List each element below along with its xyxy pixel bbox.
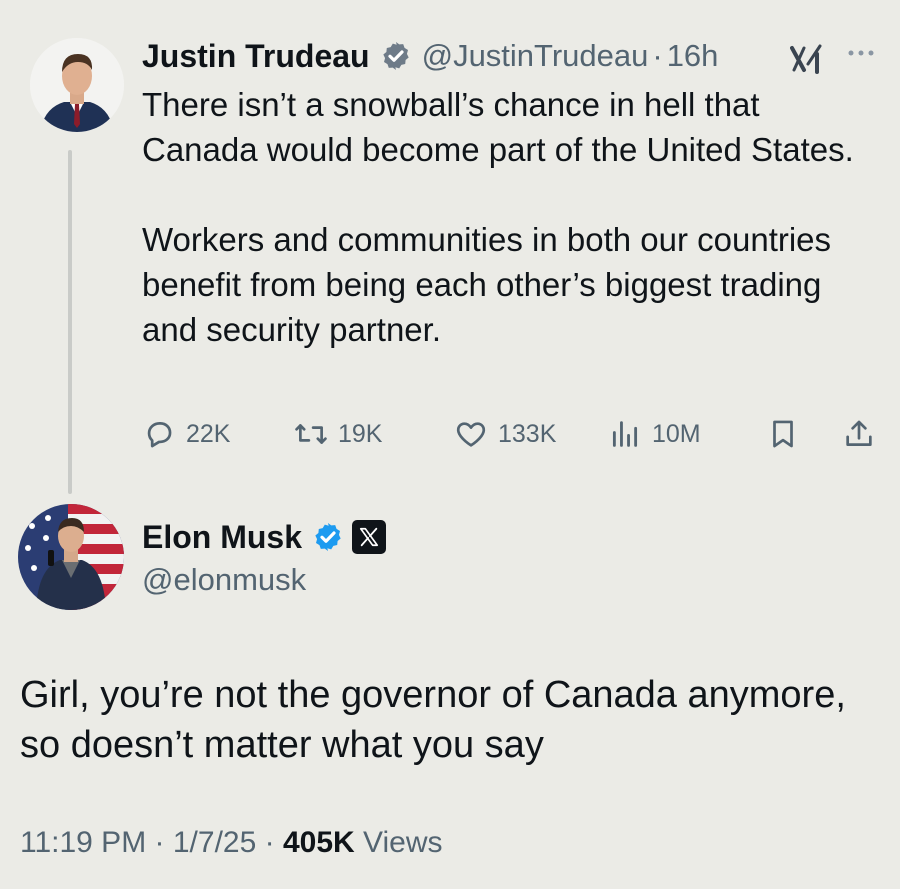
- parent-author-name[interactable]: Justin Trudeau: [142, 38, 370, 75]
- trudeau-avatar-image: [30, 38, 124, 132]
- x-logo-icon: [359, 527, 379, 547]
- trudeau-avatar[interactable]: [30, 38, 124, 132]
- meta-separator: ·: [264, 826, 275, 859]
- views-button[interactable]: 10M: [608, 412, 701, 456]
- retweet-icon: [295, 424, 327, 444]
- grok-icon[interactable]: [790, 44, 824, 74]
- main-tweet-header: Elon Musk: [142, 514, 387, 560]
- parent-tweet-paragraph-2: Workers and communities in both our coun…: [142, 221, 832, 348]
- bookmark-icon: [773, 420, 793, 448]
- parent-tweet-paragraph-1: There isn’t a snowball’s chance in hell …: [142, 86, 854, 168]
- parent-tweet-text: There isn’t a snowball’s chance in hell …: [142, 82, 862, 352]
- x-affiliation-icon[interactable]: [352, 520, 387, 554]
- views-count: 10M: [652, 419, 701, 448]
- retweet-count: 19K: [338, 419, 383, 448]
- share-icon: [846, 420, 872, 446]
- meta-separator: ·: [154, 826, 165, 859]
- reply-count: 22K: [186, 419, 231, 448]
- thread-connector-line: [68, 150, 72, 494]
- musk-avatar[interactable]: [18, 504, 124, 610]
- main-tweet-views-count[interactable]: 405K: [283, 826, 355, 859]
- main-author-name[interactable]: Elon Musk: [142, 519, 302, 556]
- heart-icon: [456, 422, 486, 447]
- parent-tweet-time[interactable]: 16h: [667, 38, 719, 74]
- parent-author-handle[interactable]: @JustinTrudeau: [422, 38, 649, 74]
- verified-badge-icon: [315, 523, 341, 551]
- reply-button[interactable]: 22K: [142, 412, 230, 456]
- header-separator: ·: [652, 38, 663, 73]
- like-button[interactable]: 133K: [454, 412, 556, 456]
- like-count: 133K: [498, 419, 557, 448]
- analytics-icon: [612, 421, 638, 447]
- more-icon[interactable]: [846, 48, 876, 58]
- parent-tweet-header: Justin Trudeau @JustinTrudeau · 16h: [142, 34, 718, 78]
- reply-icon: [147, 422, 172, 448]
- parent-tweet-actions: 22K 19K 133K 10M: [142, 412, 882, 456]
- musk-avatar-image: [18, 504, 124, 610]
- retweet-button[interactable]: 19K: [294, 412, 382, 456]
- main-tweet-meta: 11:19 PM · 1/7/25 · 405K Views: [20, 826, 443, 860]
- share-button[interactable]: [842, 412, 886, 456]
- main-author-handle[interactable]: @elonmusk: [142, 562, 306, 598]
- verified-badge-icon: [382, 42, 409, 70]
- main-tweet-text: Girl, you’re not the governor of Canada …: [20, 674, 846, 766]
- main-tweet-time[interactable]: 11:19 PM: [20, 826, 146, 859]
- main-tweet-date[interactable]: 1/7/25: [173, 826, 256, 859]
- bookmark-button[interactable]: [766, 412, 810, 456]
- main-tweet-views-label: Views: [363, 826, 443, 859]
